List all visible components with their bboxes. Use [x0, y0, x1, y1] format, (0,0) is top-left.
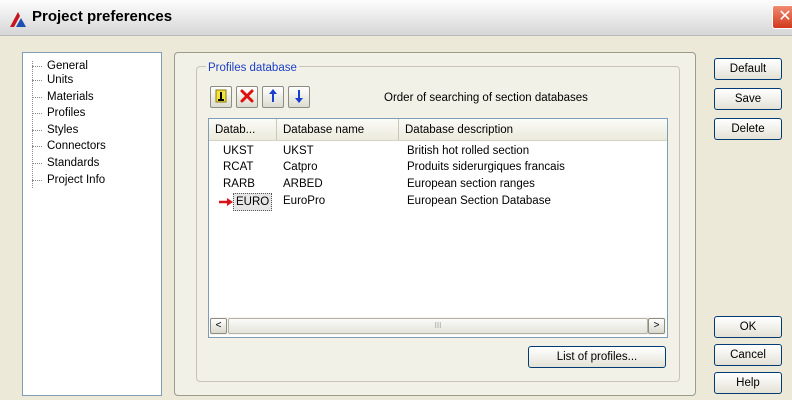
app-logo-icon [8, 10, 28, 28]
save-button[interactable]: Save [714, 88, 782, 110]
horizontal-scrollbar[interactable]: < III > [210, 317, 666, 335]
table-row[interactable]: UKST UKST British hot rolled section [209, 143, 667, 159]
move-up-arrow-icon [267, 88, 279, 107]
table-row[interactable]: RARB ARBED European section ranges [209, 176, 667, 192]
title-bar: Project preferences ✕ [0, 0, 792, 36]
window-title: Project preferences [32, 8, 173, 25]
tree-item-standards[interactable]: Standards [29, 156, 99, 170]
scroll-right-button[interactable]: > [648, 318, 665, 334]
default-button[interactable]: Default [714, 58, 782, 80]
row-code: EURO [233, 193, 273, 211]
row-code: RCAT [223, 161, 254, 173]
scroll-thumb[interactable]: III [228, 318, 648, 334]
tree-item-profiles[interactable]: Profiles [29, 106, 85, 120]
column-header-description[interactable]: Database description [399, 119, 667, 140]
add-database-button[interactable] [210, 86, 232, 108]
row-name: ARBED [283, 178, 323, 190]
database-list[interactable]: Datab... Database name Database descript… [208, 118, 668, 338]
row-name: Catpro [283, 161, 318, 173]
delete-red-x-icon [239, 88, 255, 107]
list-header: Datab... Database name Database descript… [209, 119, 667, 141]
tree-item-connectors[interactable]: Connectors [29, 139, 106, 153]
scroll-left-button[interactable]: < [210, 318, 227, 334]
row-name: EuroPro [283, 195, 326, 207]
search-order-label: Order of searching of section databases [384, 92, 588, 104]
move-down-arrow-icon [293, 88, 305, 107]
ok-button[interactable]: OK [714, 316, 782, 338]
row-description: European Section Database [407, 195, 551, 207]
delete-button[interactable]: Delete [714, 118, 782, 140]
help-button[interactable]: Help [714, 372, 782, 394]
row-description: European section ranges [407, 178, 535, 190]
move-up-button[interactable] [262, 86, 284, 108]
tree-item-units[interactable]: Units [29, 73, 73, 87]
current-database-arrow-icon [219, 196, 233, 206]
row-description: Produits siderurgiques francais [407, 161, 565, 173]
column-header-name[interactable]: Database name [277, 119, 399, 140]
tree-item-materials[interactable]: Materials [29, 90, 94, 104]
move-down-button[interactable] [288, 86, 310, 108]
close-icon[interactable]: ✕ [772, 5, 792, 29]
row-name: UKST [283, 145, 314, 157]
preferences-tree[interactable]: General Units Materials Profiles Styles … [22, 52, 162, 396]
column-header-code[interactable]: Datab... [209, 119, 277, 140]
table-row[interactable]: RCAT Catpro Produits siderurgiques franc… [209, 159, 667, 175]
group-label: Profiles database [206, 62, 299, 74]
row-code: RARB [223, 178, 255, 190]
cancel-button[interactable]: Cancel [714, 344, 782, 366]
tree-item-styles[interactable]: Styles [29, 123, 78, 137]
add-database-icon [214, 88, 228, 107]
delete-database-button[interactable] [236, 86, 258, 108]
table-row-selected[interactable]: EURO EuroPro European Section Database [209, 193, 667, 211]
list-of-profiles-button[interactable]: List of profiles... [528, 346, 666, 368]
tree-item-project-info[interactable]: Project Info [29, 173, 105, 187]
row-code: UKST [223, 145, 254, 157]
tree-item-general[interactable]: General [29, 59, 88, 73]
row-description: British hot rolled section [407, 145, 530, 157]
